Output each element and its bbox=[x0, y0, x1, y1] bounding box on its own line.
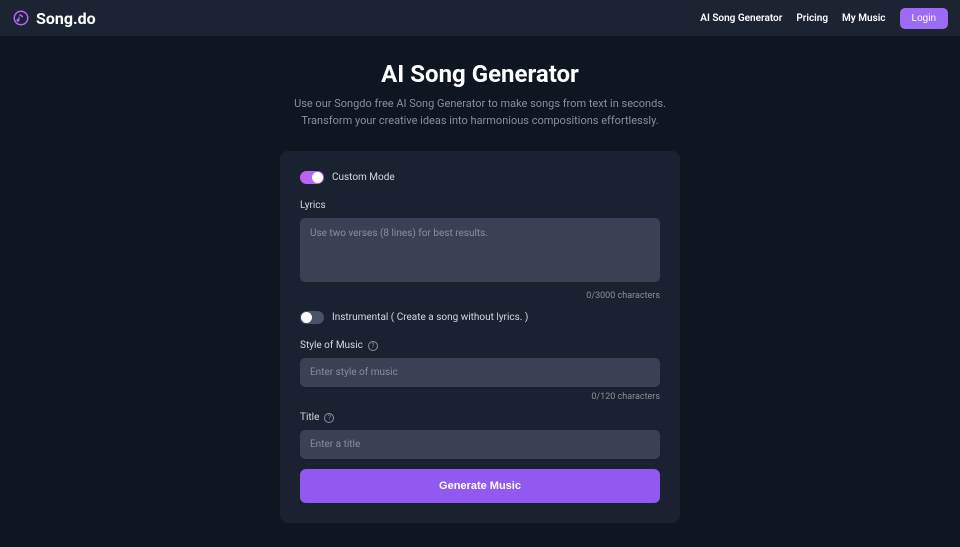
lyrics-label: Lyrics bbox=[300, 200, 660, 211]
form-card: Custom Mode Lyrics 0/3000 characters Ins… bbox=[280, 151, 680, 523]
style-char-count: 0/120 characters bbox=[300, 392, 660, 402]
instrumental-label: Instrumental ( Create a song without lyr… bbox=[332, 312, 528, 323]
instrumental-row: Instrumental ( Create a song without lyr… bbox=[300, 311, 660, 324]
page-title: AI Song Generator bbox=[381, 60, 579, 88]
info-icon[interactable]: ? bbox=[368, 341, 378, 351]
logo-text: Song.do bbox=[36, 9, 96, 28]
nav-pricing[interactable]: Pricing bbox=[796, 13, 828, 24]
custom-mode-toggle[interactable] bbox=[300, 171, 324, 184]
main: AI Song Generator Use our Songdo free AI… bbox=[0, 36, 960, 547]
custom-mode-row: Custom Mode bbox=[300, 171, 660, 184]
style-input[interactable] bbox=[300, 358, 660, 387]
login-button[interactable]: Login bbox=[900, 8, 948, 29]
page-subtitle: Use our Songdo free AI Song Generator to… bbox=[294, 96, 666, 129]
instrumental-toggle[interactable] bbox=[300, 311, 324, 324]
nav-my-music[interactable]: My Music bbox=[842, 13, 886, 24]
generate-button[interactable]: Generate Music bbox=[300, 469, 660, 503]
info-icon[interactable]: ? bbox=[324, 413, 334, 423]
custom-mode-label: Custom Mode bbox=[332, 172, 395, 183]
nav-ai-generator[interactable]: AI Song Generator bbox=[700, 13, 782, 24]
header: Song.do AI Song Generator Pricing My Mus… bbox=[0, 0, 960, 36]
lyrics-input[interactable] bbox=[300, 218, 660, 282]
title-label: Title ? bbox=[300, 412, 660, 423]
music-note-icon bbox=[12, 9, 30, 27]
logo[interactable]: Song.do bbox=[12, 9, 96, 28]
lyrics-char-count: 0/3000 characters bbox=[300, 291, 660, 301]
nav: AI Song Generator Pricing My Music Login bbox=[700, 8, 948, 29]
style-label: Style of Music ? bbox=[300, 340, 660, 351]
title-input[interactable] bbox=[300, 430, 660, 459]
